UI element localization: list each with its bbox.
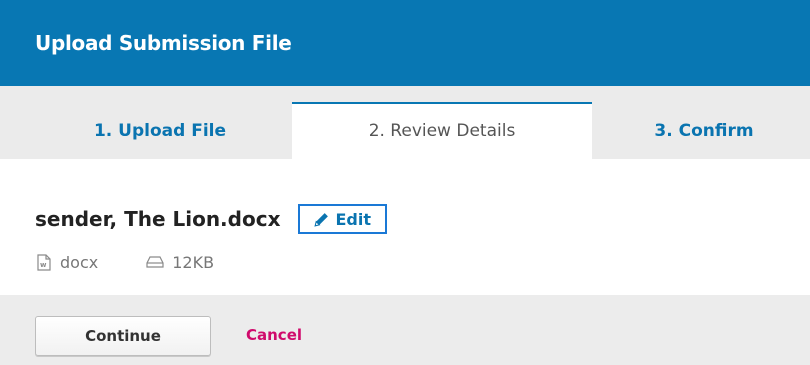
pencil-icon <box>314 212 329 227</box>
file-name: sender, The Lion.docx <box>35 207 281 231</box>
tab-upload-file[interactable]: 1. Upload File <box>40 102 280 159</box>
file-size: 12KB <box>146 253 214 272</box>
hard-drive-icon <box>146 256 164 268</box>
wizard-tabs: 1. Upload File 2. Review Details 3. Conf… <box>0 86 810 159</box>
file-size-label: 12KB <box>172 252 215 272</box>
modal-title: Upload Submission File <box>35 31 292 55</box>
file-meta: w docx 12KB <box>36 250 214 274</box>
tab-confirm[interactable]: 3. Confirm <box>604 102 804 159</box>
edit-button-label: Edit <box>335 209 371 229</box>
file-type: w docx <box>36 253 98 272</box>
upload-submission-file-modal: Upload Submission File 1. Upload File 2.… <box>0 0 810 365</box>
continue-button[interactable]: Continue <box>35 316 211 356</box>
modal-header: Upload Submission File <box>0 0 810 86</box>
cancel-link[interactable]: Cancel <box>246 326 302 344</box>
word-document-icon: w <box>37 253 51 271</box>
svg-text:w: w <box>40 261 47 269</box>
modal-footer: Continue Cancel <box>0 295 810 365</box>
file-type-label: docx <box>60 252 99 272</box>
file-title-row: sender, The Lion.docx Edit <box>35 203 387 235</box>
edit-button[interactable]: Edit <box>298 204 387 234</box>
tab-review-details[interactable]: 2. Review Details <box>292 102 592 159</box>
